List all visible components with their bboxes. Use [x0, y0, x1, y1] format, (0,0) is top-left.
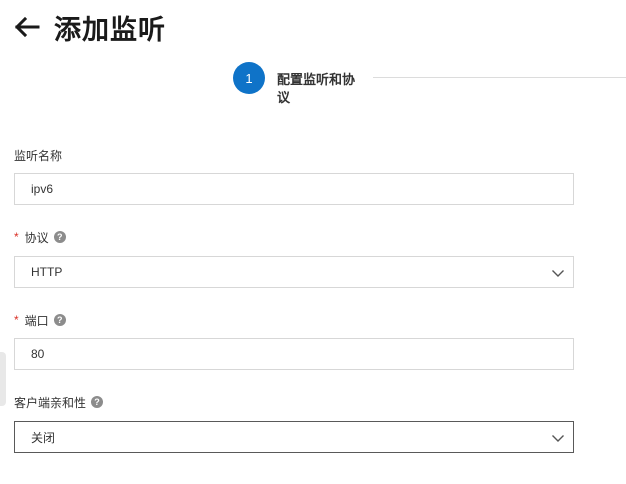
arrow-left-icon — [14, 16, 40, 38]
required-mark: * — [14, 313, 19, 327]
protocol-label-text: 协议 — [24, 230, 49, 245]
chevron-down-icon — [552, 435, 564, 442]
listener-name-label: 监听名称 — [14, 147, 62, 163]
listener-name-input[interactable]: ipv6 — [14, 173, 574, 205]
client-affinity-label-text: 客户端亲和性 — [14, 395, 87, 410]
question-circle-icon[interactable]: ? — [53, 314, 66, 326]
add-listener-page: 添加监听 1 配置监听和协议 监听名称 ipv6 * 协议 ? HTTP * 端… — [0, 0, 626, 484]
protocol-label: * 协议 ? — [14, 229, 66, 245]
page-header: 添加监听 — [14, 8, 166, 46]
chevron-down-icon — [552, 270, 564, 277]
client-affinity-select[interactable]: 关闭 — [14, 421, 574, 453]
side-drawer-handle[interactable] — [0, 352, 6, 406]
port-label-text: 端口 — [24, 313, 49, 328]
port-label: * 端口 ? — [14, 312, 66, 328]
listener-name-label-text: 监听名称 — [14, 148, 63, 163]
client-affinity-label: 客户端亲和性 ? — [14, 394, 104, 410]
stepper: 1 配置监听和协议 — [233, 62, 626, 107]
back-button[interactable] — [14, 14, 40, 40]
question-circle-icon[interactable]: ? — [91, 396, 104, 408]
step-label: 配置监听和协议 — [277, 72, 356, 105]
step-number-badge: 1 — [233, 62, 265, 94]
question-circle-icon[interactable]: ? — [53, 231, 66, 243]
page-title: 添加监听 — [54, 14, 166, 45]
required-mark: * — [14, 230, 19, 244]
step-connector-line — [373, 77, 626, 78]
listener-name-value: ipv6 — [31, 182, 54, 196]
port-input[interactable]: 80 — [14, 338, 574, 370]
protocol-selected-value: HTTP — [31, 265, 63, 279]
port-value: 80 — [31, 347, 45, 361]
protocol-select[interactable]: HTTP — [14, 256, 574, 288]
client-affinity-selected-value: 关闭 — [31, 430, 56, 445]
